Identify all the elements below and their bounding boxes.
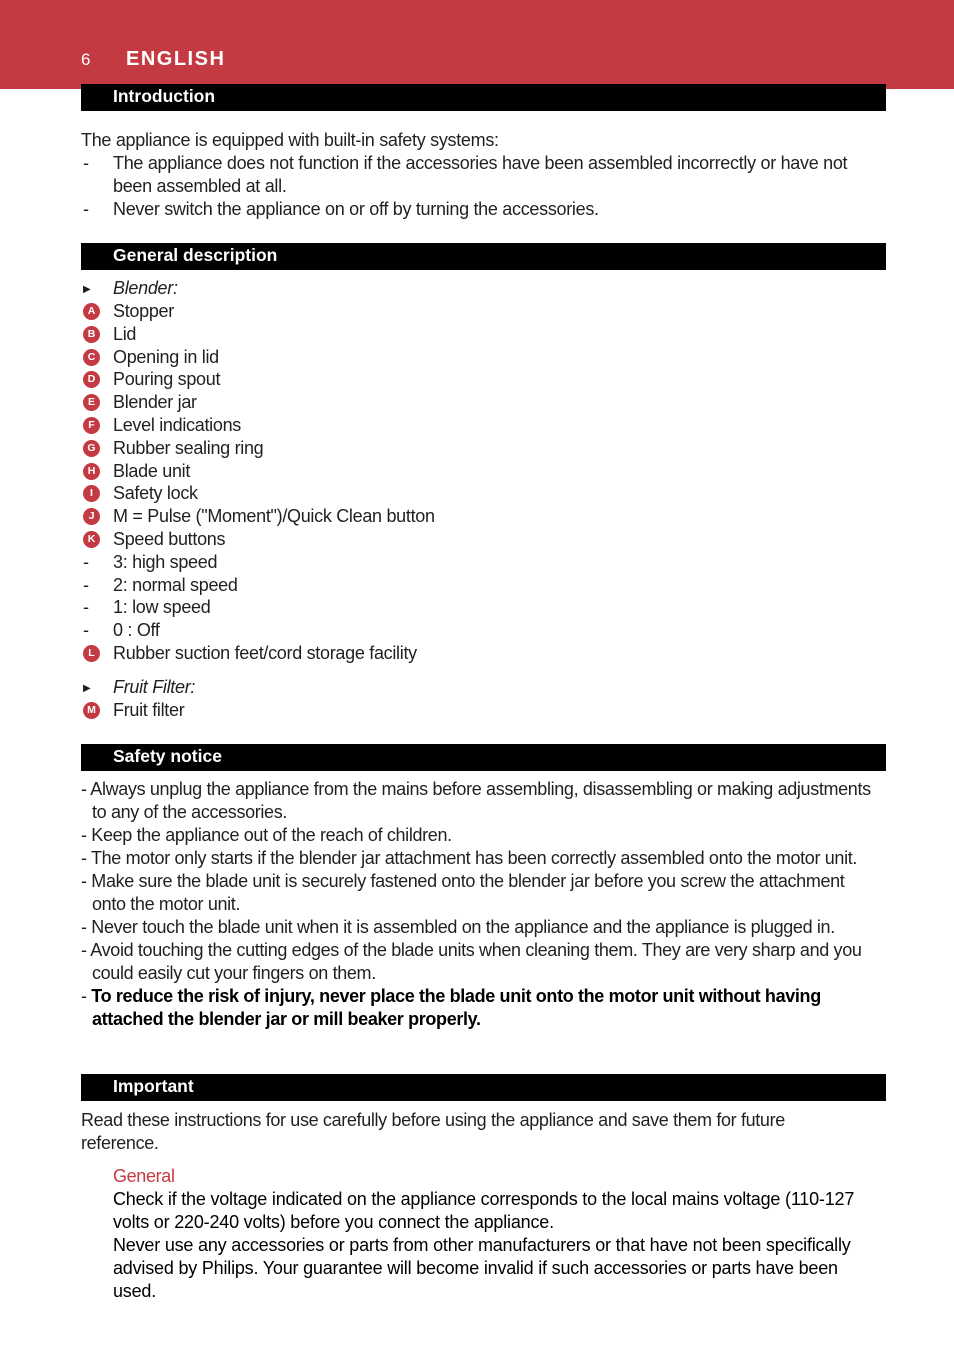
header-banner: 6 ENGLISH xyxy=(0,0,954,89)
list-item: - Avoid touching the cutting edges of th… xyxy=(81,940,862,983)
dash-bullet: - xyxy=(83,620,89,641)
page-number: 6 xyxy=(81,50,91,69)
paragraph: Check if the voltage indicated on the ap… xyxy=(113,1189,855,1232)
letter-badge-icon: J xyxy=(83,508,100,526)
section-title: Important xyxy=(113,1076,194,1096)
triangle-bullet-icon: ▶ xyxy=(83,284,91,295)
dash-bullet: - xyxy=(83,153,89,173)
dash-bullet: - xyxy=(83,551,89,572)
section-title: Introduction xyxy=(113,86,216,106)
letter-badge-icon: A xyxy=(83,303,100,320)
language-heading: ENGLISH xyxy=(126,48,226,70)
section-bar-safety-notice: Safety notice xyxy=(81,744,886,771)
section-bar-general-description: General description xyxy=(81,243,886,270)
letter-badge-icon: F xyxy=(83,417,100,434)
letter-badge-icon: M xyxy=(83,702,100,719)
section-bar-important: Important xyxy=(81,1074,886,1101)
letter-badge-icon: E xyxy=(83,394,100,412)
letter-badge-icon: K xyxy=(83,531,100,548)
letter-badge-icon: C xyxy=(83,348,100,366)
section-title: Safety notice xyxy=(113,746,222,766)
letter-badge-icon: L xyxy=(83,645,100,662)
list-item-warning: - To reduce the risk of injury, never pl… xyxy=(81,986,821,1029)
section-bar-introduction: Introduction xyxy=(81,84,886,111)
intro-lead: The appliance is equipped with built-in … xyxy=(81,130,499,150)
letter-badge-icon: H xyxy=(83,462,100,480)
list-item: - Always unplug the appliance from the m… xyxy=(81,779,871,822)
triangle-bullet-icon: ▶ xyxy=(83,683,91,694)
important-lead: Read these instructions for use carefull… xyxy=(81,1110,785,1153)
important-general: General Check if the voltage indicated o… xyxy=(113,1165,883,1303)
dash-bullet: - xyxy=(83,199,89,219)
letter-badge-icon: D xyxy=(83,371,100,389)
list-item: - Make sure the blade unit is securely f… xyxy=(81,871,845,914)
list-item: - Keep the appliance out of the reach of… xyxy=(81,825,452,845)
letter-badge-icon: G xyxy=(83,439,100,457)
list-item: - Never touch the blade unit when it is … xyxy=(81,917,835,937)
dash-bullet: - xyxy=(83,597,89,618)
safety-notice-list: - Always unplug the appliance from the m… xyxy=(81,778,881,1031)
list-item: - The motor only starts if the blender j… xyxy=(81,848,858,868)
letter-badge-icon: B xyxy=(83,325,100,343)
letter-badge-icon: I xyxy=(83,485,100,503)
paragraph: Never use any accessories or parts from … xyxy=(113,1235,851,1301)
section-title: General description xyxy=(113,245,278,265)
dash-bullet: - xyxy=(83,574,89,595)
subheading-general: General xyxy=(113,1166,175,1186)
